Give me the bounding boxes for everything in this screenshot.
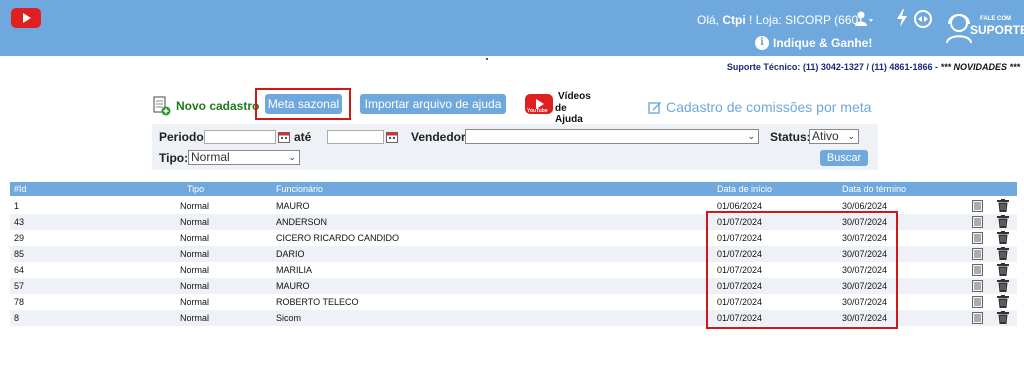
cell-funcionario: ROBERTO TELECO bbox=[276, 297, 359, 307]
details-icon[interactable] bbox=[972, 280, 983, 292]
novo-cadastro-button[interactable]: Novo cadastro bbox=[152, 96, 259, 116]
trash-icon[interactable] bbox=[997, 231, 1009, 244]
trash-icon[interactable] bbox=[997, 311, 1009, 324]
details-icon[interactable] bbox=[972, 200, 983, 212]
chevron-down-icon: ⌄ bbox=[288, 152, 296, 162]
cell-inicio: 01/06/2024 bbox=[717, 201, 763, 211]
details-icon[interactable] bbox=[972, 264, 983, 276]
cell-funcionario: MARILIA bbox=[276, 265, 313, 275]
meta-sazonal-button[interactable]: Meta sazonal bbox=[265, 94, 342, 114]
cell-tipo: Normal bbox=[180, 201, 210, 211]
user-menu-icon[interactable] bbox=[855, 11, 873, 27]
store-info: ! Loja: SICORP (660) bbox=[745, 13, 863, 27]
indique-ganhe-link[interactable]: i Indique & Ganhe! bbox=[755, 36, 872, 50]
col-header-id[interactable]: #Id bbox=[14, 184, 27, 194]
details-icon[interactable] bbox=[972, 248, 983, 260]
periodo-start-input[interactable] bbox=[204, 130, 276, 144]
cell-id: 78 bbox=[14, 297, 25, 307]
support-phone-line: Suporte Técnico: (11) 3042-1327 / (11) 4… bbox=[727, 62, 1020, 72]
cell-tipo: Normal bbox=[180, 265, 210, 275]
cell-id: 85 bbox=[14, 249, 25, 259]
cell-id: 1 bbox=[14, 201, 20, 211]
edit-icon bbox=[648, 102, 661, 114]
details-icon[interactable] bbox=[972, 296, 983, 308]
calendar-icon[interactable] bbox=[278, 131, 290, 143]
suporte-label[interactable]: SUPORTE bbox=[970, 23, 1024, 37]
support-phones: Suporte Técnico: (11) 3042-1327 / (11) 4… bbox=[726, 62, 941, 72]
novo-cadastro-label: Novo cadastro bbox=[176, 99, 260, 113]
new-document-icon bbox=[153, 96, 171, 116]
vendedor-label: Vendedor: bbox=[411, 130, 470, 144]
cell-tipo: Normal bbox=[180, 249, 210, 259]
col-header-inicio[interactable]: Data de início bbox=[717, 184, 772, 194]
cell-tipo: Normal bbox=[180, 297, 210, 307]
sync-icon[interactable] bbox=[914, 10, 932, 28]
cell-funcionario: ANDERSON bbox=[276, 217, 328, 227]
filter-panel: Periodo: até Vendedor: ⌄ Status: Ativo ⌄… bbox=[152, 124, 878, 170]
cell-termino: 30/06/2024 bbox=[842, 201, 888, 211]
col-header-funcionario[interactable]: Funcionário bbox=[276, 184, 323, 194]
table-header: #Id Tipo Funcionário Data de início Data… bbox=[10, 182, 1017, 196]
cell-tipo: Normal bbox=[180, 313, 210, 323]
trash-icon[interactable] bbox=[997, 247, 1009, 260]
cell-id: 8 bbox=[14, 313, 20, 323]
top-bar: Olá, Ctpi ! Loja: SICORP (660) FALE COM … bbox=[0, 0, 1024, 56]
cell-funcionario: CICERO RICARDO CANDIDO bbox=[276, 233, 400, 243]
vendedor-select[interactable]: ⌄ bbox=[465, 129, 759, 144]
tipo-label: Tipo: bbox=[159, 151, 189, 165]
indique-label: Indique & Ganhe! bbox=[773, 36, 873, 50]
cadastro-comissoes-link[interactable]: Cadastro de comissões por meta bbox=[648, 99, 871, 115]
periodo-label: Periodo: bbox=[159, 130, 208, 144]
cell-funcionario: Sicom bbox=[276, 313, 302, 323]
user-greeting: Olá, Ctpi ! Loja: SICORP (660) bbox=[697, 13, 862, 27]
cell-tipo: Normal bbox=[180, 217, 210, 227]
cell-id: 43 bbox=[14, 217, 25, 227]
details-icon[interactable] bbox=[972, 232, 983, 244]
cell-tipo: Normal bbox=[180, 233, 210, 243]
youtube-logo-icon[interactable] bbox=[11, 8, 41, 28]
trash-icon[interactable] bbox=[997, 215, 1009, 228]
importar-arquivo-button[interactable]: Importar arquivo de ajuda bbox=[360, 94, 506, 114]
ate-label: até bbox=[294, 130, 312, 144]
trash-icon[interactable] bbox=[997, 295, 1009, 308]
col-header-tipo[interactable]: Tipo bbox=[187, 184, 204, 194]
details-icon[interactable] bbox=[972, 216, 983, 228]
status-select[interactable]: Ativo ⌄ bbox=[809, 129, 859, 144]
chevron-down-icon: ⌄ bbox=[747, 131, 755, 141]
videos-label-2: de Ajuda bbox=[555, 103, 583, 125]
youtube-label: YouTube bbox=[527, 108, 548, 114]
tipo-selected: Normal bbox=[191, 150, 230, 164]
status-label: Status: bbox=[770, 130, 811, 144]
trash-icon[interactable] bbox=[997, 199, 1009, 212]
cell-id: 29 bbox=[14, 233, 25, 243]
greeting-prefix: Olá, bbox=[697, 13, 723, 27]
cell-funcionario: MAURO bbox=[276, 201, 310, 211]
cell-funcionario: DARIO bbox=[276, 249, 305, 259]
col-header-termino[interactable]: Data do término bbox=[842, 184, 906, 194]
trash-icon[interactable] bbox=[997, 263, 1009, 276]
cell-id: 64 bbox=[14, 265, 25, 275]
details-icon[interactable] bbox=[972, 312, 983, 324]
chevron-down-icon: ⌄ bbox=[847, 131, 855, 141]
status-selected: Ativo bbox=[812, 129, 839, 143]
videos-label-1: Vídeos bbox=[558, 91, 591, 102]
videos-de-ajuda-button[interactable]: YouTube Vídeos de Ajuda bbox=[524, 90, 591, 125]
info-icon: i bbox=[755, 36, 769, 50]
tipo-select[interactable]: Normal ⌄ bbox=[188, 150, 300, 165]
novidades-link[interactable]: *** NOVIDADES *** bbox=[940, 62, 1020, 72]
cell-funcionario: MAURO bbox=[276, 281, 310, 291]
cadastro-comissoes-label: Cadastro de comissões por meta bbox=[666, 99, 872, 115]
periodo-end-input[interactable] bbox=[327, 130, 384, 144]
highlight-date-columns bbox=[706, 211, 898, 329]
calendar-icon[interactable] bbox=[386, 131, 398, 143]
fale-com-label: FALE COM bbox=[980, 16, 1011, 22]
cell-tipo: Normal bbox=[180, 281, 210, 291]
bolt-icon[interactable] bbox=[896, 9, 908, 27]
trash-icon[interactable] bbox=[997, 279, 1009, 292]
buscar-button[interactable]: Buscar bbox=[820, 150, 868, 166]
user-name: Ctpi bbox=[722, 13, 746, 27]
cell-id: 57 bbox=[14, 281, 25, 291]
divider-dot bbox=[486, 58, 488, 60]
